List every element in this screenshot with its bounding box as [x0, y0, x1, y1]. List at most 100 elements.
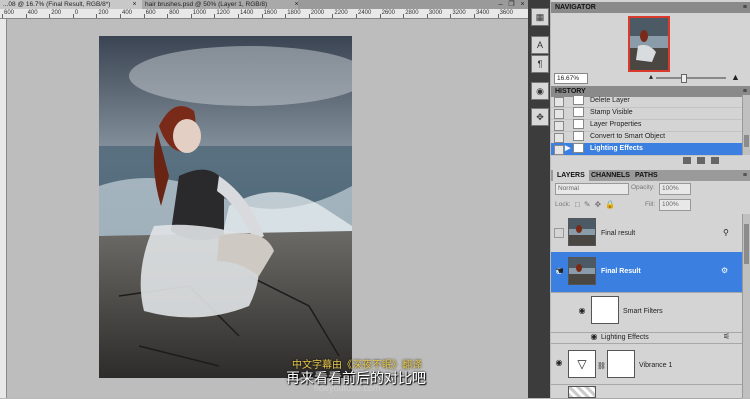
layers-tab-bar: LAYERS CHANNELS PATHS ≡ — [551, 170, 750, 181]
ruler-tick — [379, 14, 381, 18]
filter-options-icon[interactable]: ⚟ — [723, 332, 730, 341]
opacity-field[interactable]: 100% — [659, 183, 691, 195]
tab-channels[interactable]: CHANNELS — [587, 170, 634, 181]
history-source-checkbox[interactable] — [554, 97, 564, 107]
new-document-icon[interactable] — [683, 157, 691, 164]
visibility-toggle[interactable] — [554, 228, 564, 238]
navigator-header[interactable]: NAVIGATOR ≡ — [551, 2, 750, 13]
layers-scrollbar[interactable] — [742, 214, 750, 398]
close-window-icon[interactable]: × — [518, 0, 527, 9]
panel-menu-icon[interactable]: ≡ — [743, 2, 747, 13]
fill-field[interactable]: 100% — [659, 199, 691, 211]
ruler-tick-label: 3400 — [476, 10, 490, 16]
blend-mode-select[interactable]: Normal — [555, 183, 629, 195]
ruler-tick — [214, 14, 216, 18]
tab-paths[interactable]: PATHS — [631, 170, 662, 181]
eye-icon[interactable]: ◉ — [554, 358, 564, 368]
ruler-tick — [474, 14, 475, 18]
ruler-tick — [143, 14, 145, 18]
zoom-field[interactable]: 16.67% — [554, 73, 588, 84]
history-state-arrow-icon: ▶ — [565, 145, 571, 152]
layer-row[interactable]: ◉ ▽ ⛓ Vibrance 1 — [551, 344, 742, 385]
histogram-icon[interactable]: ▦ — [531, 8, 549, 26]
layer-row[interactable] — [551, 384, 742, 399]
panel-menu-icon[interactable]: ≡ — [743, 170, 747, 181]
ruler-tick-label: 400 — [27, 10, 38, 16]
ruler-tick-label: 1600 — [263, 10, 277, 16]
minimize-icon[interactable]: – — [496, 0, 505, 9]
ruler-tick-label: 3600 — [499, 10, 513, 16]
scrollbar-thumb[interactable] — [744, 224, 749, 264]
canvas-photo[interactable] — [99, 36, 352, 378]
history-source-checkbox[interactable] — [554, 121, 564, 131]
ruler-tick-label: 600 — [145, 10, 156, 16]
eye-icon[interactable]: ◉ — [589, 332, 599, 342]
zoom-in-icon[interactable]: ▲ — [731, 72, 740, 82]
history-source-checkbox[interactable] — [554, 133, 564, 143]
scrollbar-thumb[interactable] — [744, 135, 749, 147]
layer-name[interactable]: Final Result — [601, 268, 641, 275]
navigator-thumbnail[interactable] — [628, 16, 670, 72]
hand-cursor-icon: ☚ — [555, 266, 564, 277]
navigator-title: NAVIGATOR — [555, 4, 596, 11]
ruler-tick — [167, 14, 169, 18]
layer-name[interactable]: Vibrance 1 — [639, 362, 672, 369]
close-tab-icon[interactable]: × — [130, 0, 139, 9]
smart-filters-row[interactable]: ◉ Smart Filters — [551, 292, 742, 333]
ruler-tick — [261, 14, 263, 18]
history-scrollbar[interactable] — [742, 95, 750, 155]
vibrance-adjustment-icon: ▽ — [568, 350, 596, 378]
layer-thumbnail — [568, 218, 596, 246]
ruler-tick-label: 1400 — [240, 10, 254, 16]
ruler-tick — [308, 14, 310, 18]
character-icon[interactable]: A — [531, 36, 549, 54]
ruler-tick-label: 1800 — [287, 10, 301, 16]
history-source-checkbox[interactable] — [554, 109, 564, 119]
history-title: HISTORY — [555, 88, 586, 95]
document-tab-final-result[interactable]: ...08 @ 16.7% (Final Result, RGB/8*) — [0, 0, 144, 9]
zoom-out-icon[interactable]: ▴ — [649, 72, 653, 81]
layer-row-selected[interactable]: ◉ Final Result ⚙ — [551, 252, 742, 293]
navigator-zoom-row: 16.67% ▴ ▲ — [551, 72, 750, 84]
ruler-tick — [25, 14, 27, 18]
new-snapshot-icon[interactable] — [697, 157, 706, 164]
ruler-tick-label: 400 — [122, 10, 133, 16]
color-icon[interactable]: ◉ — [531, 82, 549, 100]
history-item-label: Convert to Smart Object — [590, 133, 666, 140]
ruler-tick — [497, 14, 499, 18]
ruler-tick-label: 0 — [74, 10, 79, 16]
ruler-tick-label: 2600 — [381, 10, 395, 16]
photo-artwork — [99, 36, 352, 378]
layer-row[interactable]: Final result ⚲ — [551, 214, 742, 253]
zoom-slider[interactable] — [656, 77, 726, 79]
link-icon: ⛓ — [597, 363, 606, 370]
panels-dock: NAVIGATOR ≡ 16.67% ▴ ▲ HISTORY ≡ Delete … — [551, 0, 750, 399]
ruler-tick-label: 800 — [169, 10, 180, 16]
close-tab-icon[interactable]: × — [292, 0, 301, 9]
smart-filters-label: Smart Filters — [623, 308, 663, 315]
brush-presets-icon[interactable]: ✥ — [531, 108, 549, 126]
filter-name[interactable]: Lighting Effects — [601, 334, 649, 341]
history-item-active[interactable]: ▶ Lighting Effects — [551, 143, 742, 156]
opacity-label: Opacity: — [631, 184, 655, 191]
ruler-tick — [238, 14, 239, 18]
document-tab-hair-brushes[interactable]: hair brushes.psd @ 50% (Layer 1, RGB/8) — [142, 0, 298, 9]
zoom-slider-handle[interactable] — [681, 74, 687, 83]
history-source-checkbox[interactable] — [554, 145, 564, 155]
layer-preview — [569, 219, 595, 245]
filter-row[interactable]: ◉ Lighting Effects ⚟ — [551, 332, 742, 344]
trash-icon[interactable] — [711, 157, 720, 164]
restore-icon[interactable]: ❐ — [507, 0, 516, 9]
ruler-tick — [450, 14, 452, 18]
smart-filter-icon: ⚙ — [721, 266, 729, 275]
history-item-label: Delete Layer — [590, 97, 630, 104]
layer-mask-thumbnail — [607, 350, 635, 378]
document-tab-bar: ...08 @ 16.7% (Final Result, RGB/8*) × h… — [0, 0, 528, 9]
paragraph-icon[interactable]: ¶ — [531, 55, 549, 73]
layer-name[interactable]: Final result — [601, 230, 635, 237]
filter-mask-thumbnail — [591, 296, 619, 324]
lock-icons[interactable]: □✎✥🔒 — [575, 200, 619, 209]
tab-layers[interactable]: LAYERS — [553, 170, 589, 181]
eye-icon[interactable]: ◉ — [577, 306, 587, 316]
ruler-tick-label: 1000 — [192, 10, 207, 16]
